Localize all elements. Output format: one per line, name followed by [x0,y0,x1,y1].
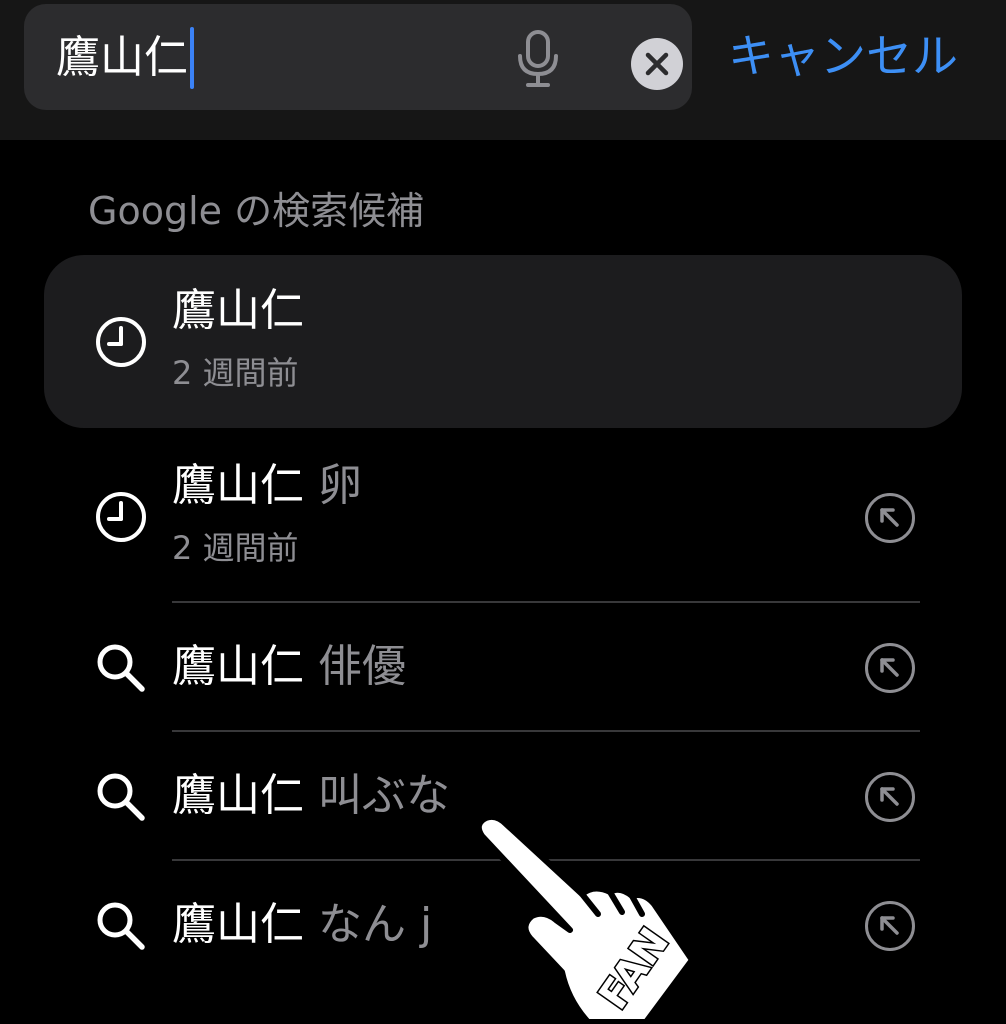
fill-in-arrow-icon[interactable] [864,642,916,694]
clock-icon [96,492,146,542]
suggestion-timestamp: 2 週間前 [172,354,299,392]
suggestion-term: 鷹山仁 [172,770,304,821]
suggestion-term: 鷹山仁 [172,641,304,692]
suggestion-timestamp: 2 週間前 [172,529,299,567]
cancel-button[interactable]: キャンセル [728,24,958,88]
suggestion-term: 鷹山仁 [172,460,304,511]
pointing-hand-icon: FAN [475,813,695,1024]
search-icon [97,902,145,950]
clear-text-icon[interactable] [630,37,684,91]
search-field[interactable]: 鷹山仁 [24,4,692,110]
suggestion-title: 鷹山仁 [172,283,304,339]
suggestion-title: 鷹山仁 俳優 [172,639,406,695]
suggestion-title: 鷹山仁 なん j [172,897,432,953]
suggestion-suffix: 俳優 [318,641,406,692]
microphone-icon[interactable] [514,30,562,88]
suggestion-suffix: 叫ぶな [318,770,450,821]
fill-in-arrow-icon[interactable] [864,900,916,952]
clock-icon [96,317,146,367]
suggestion-suffix: なん j [318,899,433,950]
suggestion-row[interactable]: 鷹山仁卵 2 週間前 [0,430,1006,602]
suggestion-title: 鷹山仁 叫ぶな [172,768,450,824]
suggestion-term: 鷹山仁 [172,285,304,336]
suggestions-header: Google の検索候補 [88,189,425,233]
suggestion-suffix: 卵 [318,460,362,511]
text-caret [190,27,194,89]
search-query-text: 鷹山仁 [56,32,188,83]
search-icon [97,644,145,692]
suggestion-row[interactable]: 鷹山仁 2 週間前 [0,255,1006,428]
search-bar-area: 鷹山仁 キャンセル [0,0,1006,140]
suggestion-term: 鷹山仁 [172,899,304,950]
suggestion-row[interactable]: 鷹山仁 俳優 [0,603,1006,730]
suggestion-title: 鷹山仁卵 [172,458,362,514]
fill-in-arrow-icon[interactable] [864,771,916,823]
fill-in-arrow-icon[interactable] [864,492,916,544]
search-icon [97,773,145,821]
search-input[interactable]: 鷹山仁 [56,27,194,89]
